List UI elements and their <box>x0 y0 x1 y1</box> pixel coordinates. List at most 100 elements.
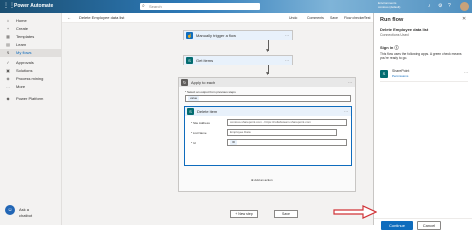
more-options-icon[interactable]: ··· <box>344 108 348 115</box>
connections-used-label: Connections Used <box>380 33 409 37</box>
gear-icon[interactable]: ⚙ <box>438 3 442 10</box>
canvas-save-button[interactable]: Save <box>274 210 298 218</box>
flow-checker-button[interactable]: Flow checker <box>344 15 365 21</box>
connector-permissions-link[interactable]: Permissions <box>392 74 408 78</box>
site-address-row: * Site Address contoso.sharepoint.com - … <box>191 119 351 127</box>
panel-divider <box>374 218 472 219</box>
nav-label: Approvals <box>16 60 34 65</box>
app-launcher-icon[interactable]: ⋮⋮ <box>3 3 15 10</box>
nav-item-my-flows[interactable]: ↯ My flows <box>0 49 62 57</box>
annotation-arrow-icon <box>333 205 377 219</box>
id-token[interactable]: ID <box>230 140 237 145</box>
sharepoint-icon: S <box>380 70 388 78</box>
id-row: * Id ID <box>191 139 351 147</box>
sign-in-description: This flow uses the following apps. A gre… <box>380 52 462 61</box>
delete-item-card[interactable]: S Delete item ··· * Site Address contoso… <box>184 106 352 166</box>
nav-item-more[interactable]: … More <box>0 83 62 91</box>
trigger-title: Manually trigger a flow <box>196 33 237 38</box>
cancel-button[interactable]: Cancel <box>417 221 441 230</box>
run-flow-panel: Run flow ✕ Delete Employee data list Con… <box>373 13 472 230</box>
add-action-label: Add an action <box>254 178 273 182</box>
nav-label: Process mining <box>16 76 44 81</box>
app-title: Power Automate <box>14 3 54 9</box>
home-icon: ⌂ <box>6 18 10 23</box>
nav-item-templates[interactable]: ▦ Templates <box>0 33 62 41</box>
flow-icon: ↯ <box>6 50 10 55</box>
test-button[interactable]: Test <box>364 15 370 21</box>
sign-in-section: Sign in ⓘ <box>380 45 398 51</box>
nav-item-home[interactable]: ⌂ Home <box>0 17 62 25</box>
left-navigation: ⌂ Home + Create ▦ Templates ▤ Learn ↯ My… <box>0 13 62 225</box>
solution-icon: ▣ <box>6 68 10 73</box>
sharepoint-icon: S <box>186 57 193 64</box>
chatbot-icon: ☺ <box>5 205 15 215</box>
trigger-card[interactable]: ☝ Manually trigger a flow ··· <box>183 30 293 40</box>
list-name-label: * List Name <box>191 131 207 135</box>
mining-icon: ◈ <box>6 76 10 81</box>
delete-item-header: S Delete item ··· <box>185 107 351 116</box>
nav-label: Power Platform <box>16 96 44 101</box>
hand-icon: ☝ <box>186 32 193 39</box>
id-label: * Id <box>191 141 196 145</box>
approval-icon: ✓ <box>6 60 10 65</box>
nav-label: Solutions <box>16 68 33 73</box>
site-address-label: * Site Address <box>191 121 210 125</box>
connector-name: SharePoint <box>392 69 410 73</box>
get-items-title: Get items <box>196 58 214 63</box>
info-icon: ⓘ <box>394 45 399 50</box>
environment-picker[interactable]: Environments contoso (default) <box>378 1 400 9</box>
nav-label: Templates <box>16 34 35 39</box>
avatar[interactable] <box>460 2 469 11</box>
value-token[interactable]: value <box>188 96 200 101</box>
more-options-icon[interactable]: ··· <box>285 32 289 39</box>
environment-value: contoso (default) <box>378 5 401 9</box>
nav-item-learn[interactable]: ▤ Learn <box>0 41 62 49</box>
platform-icon: ◆ <box>6 96 10 101</box>
top-bar: ⋮⋮ Power Automate ⌕ Search Environments … <box>0 0 472 13</box>
nav-label: Learn <box>16 42 27 47</box>
continue-button[interactable]: Continue <box>381 221 413 230</box>
new-step-button[interactable]: + New step <box>230 210 258 218</box>
site-address-field[interactable]: contoso.sharepoint.com - https://collabs… <box>227 119 347 126</box>
bell-icon[interactable]: ♪ <box>428 3 431 10</box>
more-options-icon[interactable]: ··· <box>464 70 468 75</box>
search-input[interactable]: ⌕ Search <box>140 3 260 10</box>
apply-output-input[interactable]: value <box>185 95 351 102</box>
nav-item-create[interactable]: + Create <box>0 25 62 33</box>
back-button[interactable]: ← <box>67 15 71 21</box>
run-flow-title: Run flow <box>380 17 404 23</box>
flow-canvas: ☝ Manually trigger a flow ··· ▼ S Get it… <box>62 23 373 225</box>
trigger-header: ☝ Manually trigger a flow ··· <box>184 31 292 40</box>
apply-title: Apply to each <box>191 80 216 85</box>
close-icon[interactable]: ✕ <box>462 16 466 22</box>
nav-item-solutions[interactable]: ▣ Solutions <box>0 67 62 75</box>
search-icon: ⌕ <box>142 3 145 9</box>
nav-label: More <box>16 84 26 89</box>
nav-label: My flows <box>16 50 32 55</box>
get-items-card[interactable]: S Get items ··· <box>183 55 293 65</box>
ask-chatbot-button[interactable]: ☺ Ask a chatbot <box>3 205 43 218</box>
editor-command-bar: ← Delete Employee data list Undo Comment… <box>62 13 373 23</box>
help-icon[interactable]: ? <box>448 3 451 10</box>
apply-to-each-card[interactable]: ↻ Apply to each ··· * Select an output f… <box>178 77 356 192</box>
list-name-field[interactable]: Employee Data <box>227 129 337 136</box>
save-button[interactable]: Save <box>330 15 338 21</box>
delete-item-title: Delete item <box>197 109 218 114</box>
apply-field-label: * Select an output from previous steps <box>185 90 236 94</box>
comments-button[interactable]: Comments <box>307 15 324 21</box>
book-icon: ▤ <box>6 42 10 47</box>
add-action-button[interactable]: ⊕ Add an action <box>251 178 273 182</box>
nav-item-process-mining[interactable]: ◈ Process mining <box>0 75 62 83</box>
get-items-header: S Get items ··· <box>184 56 292 65</box>
more-options-icon[interactable]: ··· <box>285 57 289 64</box>
nav-item-power-platform[interactable]: ◆ Power Platform <box>0 95 62 103</box>
run-flow-name: Delete Employee data list <box>380 27 429 32</box>
search-placeholder: Search <box>149 4 162 9</box>
id-field[interactable]: ID <box>227 139 347 146</box>
nav-item-approvals[interactable]: ✓ Approvals <box>0 59 62 67</box>
sharepoint-icon: S <box>187 108 194 115</box>
undo-button[interactable]: Undo <box>289 15 297 21</box>
more-options-icon[interactable]: ··· <box>348 79 352 86</box>
connector-row[interactable]: S SharePoint Permissions ··· <box>380 68 468 82</box>
arrow-down-icon: ▼ <box>265 48 270 54</box>
